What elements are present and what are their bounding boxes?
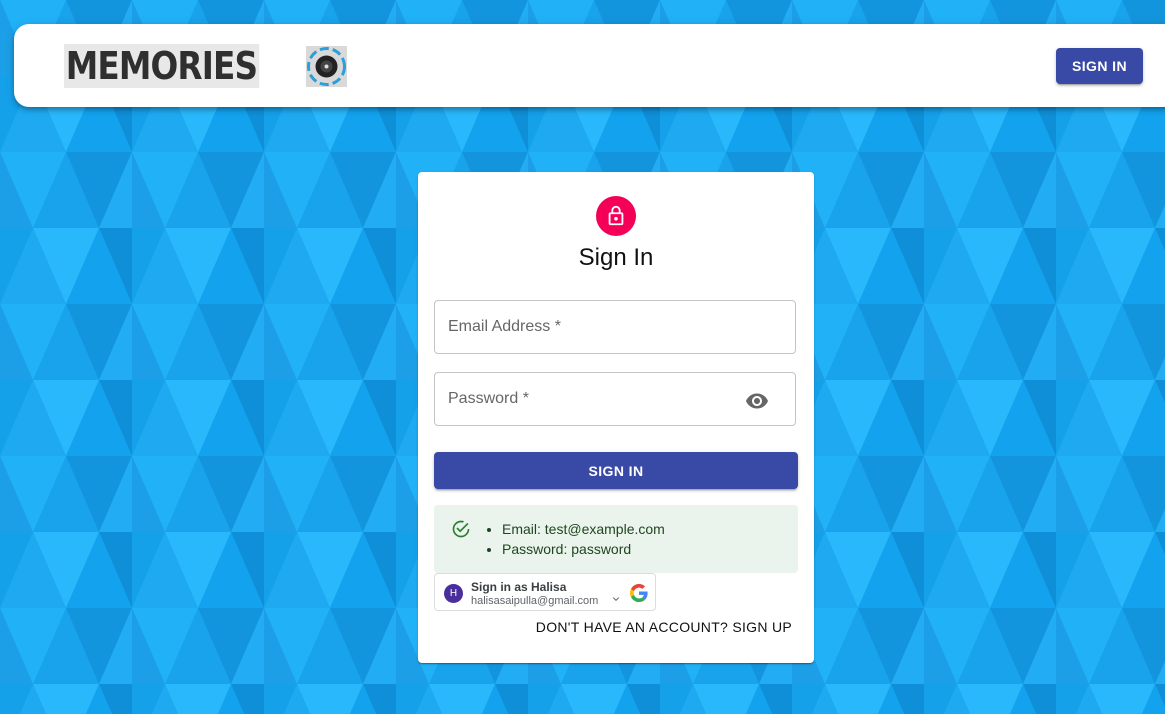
header-signin-button[interactable]: SIGN IN <box>1056 48 1143 84</box>
check-circle-icon <box>452 520 470 538</box>
camera-lens-icon <box>305 45 347 87</box>
signin-card: Sign In Email Address * Password * SIGN … <box>418 172 814 663</box>
lock-avatar <box>596 196 636 236</box>
brand-text: MEMORIES <box>64 44 259 88</box>
password-input[interactable] <box>435 373 795 425</box>
brand-logo[interactable]: MEMORIES <box>64 44 347 88</box>
credentials-hint-alert: Email: test@example.com Password: passwo… <box>434 505 798 573</box>
signup-link[interactable]: DON'T HAVE AN ACCOUNT? SIGN UP <box>522 619 792 635</box>
chevron-down-icon[interactable] <box>610 593 622 605</box>
signin-submit-button[interactable]: SIGN IN <box>434 452 798 489</box>
email-field[interactable]: Email Address * <box>434 300 796 354</box>
app-bar: MEMORIES SIGN IN <box>14 24 1165 107</box>
page-title: Sign In <box>578 244 654 271</box>
hint-list: Email: test@example.com Password: passwo… <box>484 519 665 559</box>
hint-password: Password: password <box>502 539 665 559</box>
google-account-email: halisasaipulla@gmail.com <box>471 595 599 607</box>
hint-email: Email: test@example.com <box>502 519 665 539</box>
email-input[interactable] <box>435 301 795 353</box>
password-field[interactable]: Password * <box>434 372 796 426</box>
google-g-icon <box>630 584 648 602</box>
google-account-avatar: H <box>444 584 463 603</box>
google-signin-button[interactable]: H Sign in as Halisa halisasaipulla@gmail… <box>434 573 656 611</box>
lock-icon <box>608 205 624 226</box>
toggle-password-visibility-button[interactable] <box>745 389 769 413</box>
eye-icon <box>746 393 768 409</box>
google-signin-title: Sign in as Halisa <box>471 580 567 594</box>
